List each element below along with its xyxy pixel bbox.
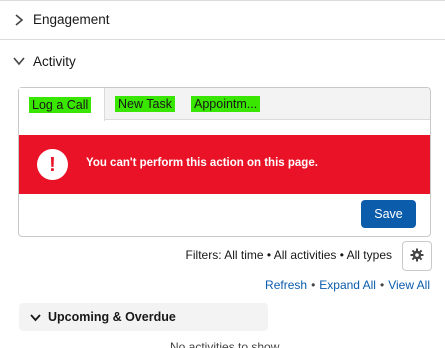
no-activities-text: No activities to show. — [170, 340, 283, 348]
section-engagement-label: Engagement — [33, 12, 110, 27]
tab-appointment[interactable]: Appointm... — [191, 88, 261, 120]
chevron-down-icon — [12, 54, 26, 68]
view-all-link[interactable]: View All — [388, 278, 430, 292]
section-activity-header[interactable]: Activity — [0, 41, 445, 81]
upcoming-overdue-label: Upcoming & Overdue — [48, 310, 176, 324]
activity-composer-card: Log a Call New Task Appointm... ! You ca… — [18, 87, 431, 237]
chevron-right-icon — [12, 13, 26, 27]
error-message: You can't perform this action on this pa… — [86, 157, 318, 169]
activity-links: Refresh • Expand All • View All — [265, 278, 430, 292]
upcoming-overdue-header[interactable]: Upcoming & Overdue — [19, 303, 268, 331]
tab-log-a-call[interactable]: Log a Call — [19, 88, 105, 121]
tab-new-task[interactable]: New Task — [115, 88, 175, 120]
save-button[interactable]: Save — [361, 200, 416, 228]
separator: • — [311, 278, 316, 292]
tab-label: New Task — [115, 96, 175, 112]
error-banner: ! You can't perform this action on this … — [19, 135, 430, 194]
filters-summary: Filters: All time • All activities • All… — [185, 248, 392, 262]
expand-all-link[interactable]: Expand All — [319, 278, 376, 292]
separator: • — [379, 278, 385, 292]
exclamation-icon: ! — [37, 149, 68, 180]
composer-tabs: Log a Call New Task Appointm... — [19, 88, 430, 121]
refresh-link[interactable]: Refresh — [265, 278, 307, 292]
tab-label: Appointm... — [191, 96, 261, 112]
gear-icon — [410, 248, 424, 265]
tab-label: Log a Call — [29, 96, 92, 113]
section-engagement-header[interactable]: Engagement — [0, 0, 445, 40]
section-activity-label: Activity — [33, 53, 76, 69]
filter-settings-button[interactable] — [402, 241, 432, 271]
chevron-down-icon — [28, 310, 42, 324]
